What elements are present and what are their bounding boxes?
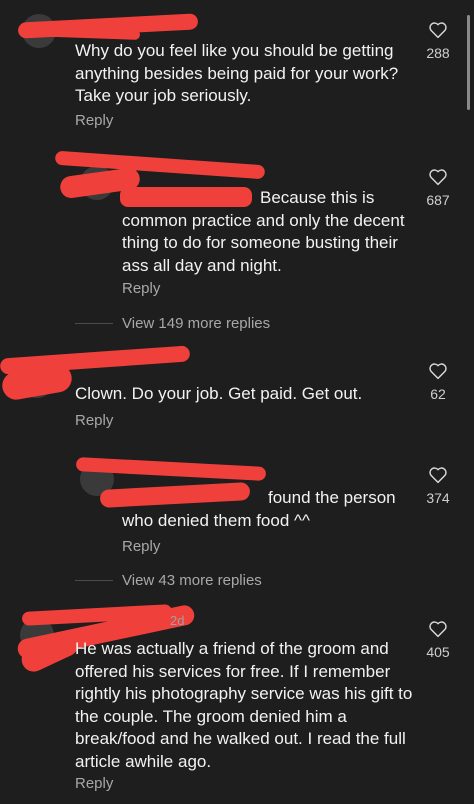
heart-icon[interactable] [428,21,448,39]
like-count: 62 [430,386,446,402]
reply-button[interactable]: Reply [122,538,160,555]
reply-button[interactable]: Reply [75,112,113,129]
scrollbar[interactable] [467,15,470,110]
reply-button[interactable]: Reply [122,280,160,297]
like-count: 288 [426,45,450,61]
view-more-replies-button[interactable]: View 149 more replies [122,315,270,332]
heart-icon[interactable] [428,362,448,380]
heart-icon[interactable] [428,620,448,638]
comment-text: Why do you feel like you should be getti… [75,41,399,105]
reply-button[interactable]: Reply [75,412,113,429]
comment-timestamp: 2d [170,613,185,628]
heart-icon[interactable] [428,168,448,186]
view-more-replies-button[interactable]: View 43 more replies [122,572,262,589]
comment-text: found the person who denied them food ^^ [122,488,396,530]
like-count: 405 [426,644,450,660]
heart-icon[interactable] [428,466,448,484]
comment-text: Because this is common practice and only… [122,188,405,275]
divider [75,323,113,324]
comment-text: Clown. Do your job. Get paid. Get out. [75,384,363,403]
reply-button[interactable]: Reply [75,775,113,792]
like-count: 687 [426,192,450,208]
divider [75,580,113,581]
comment-text: He was actually a friend of the groom an… [75,639,413,771]
like-count: 374 [426,490,450,506]
